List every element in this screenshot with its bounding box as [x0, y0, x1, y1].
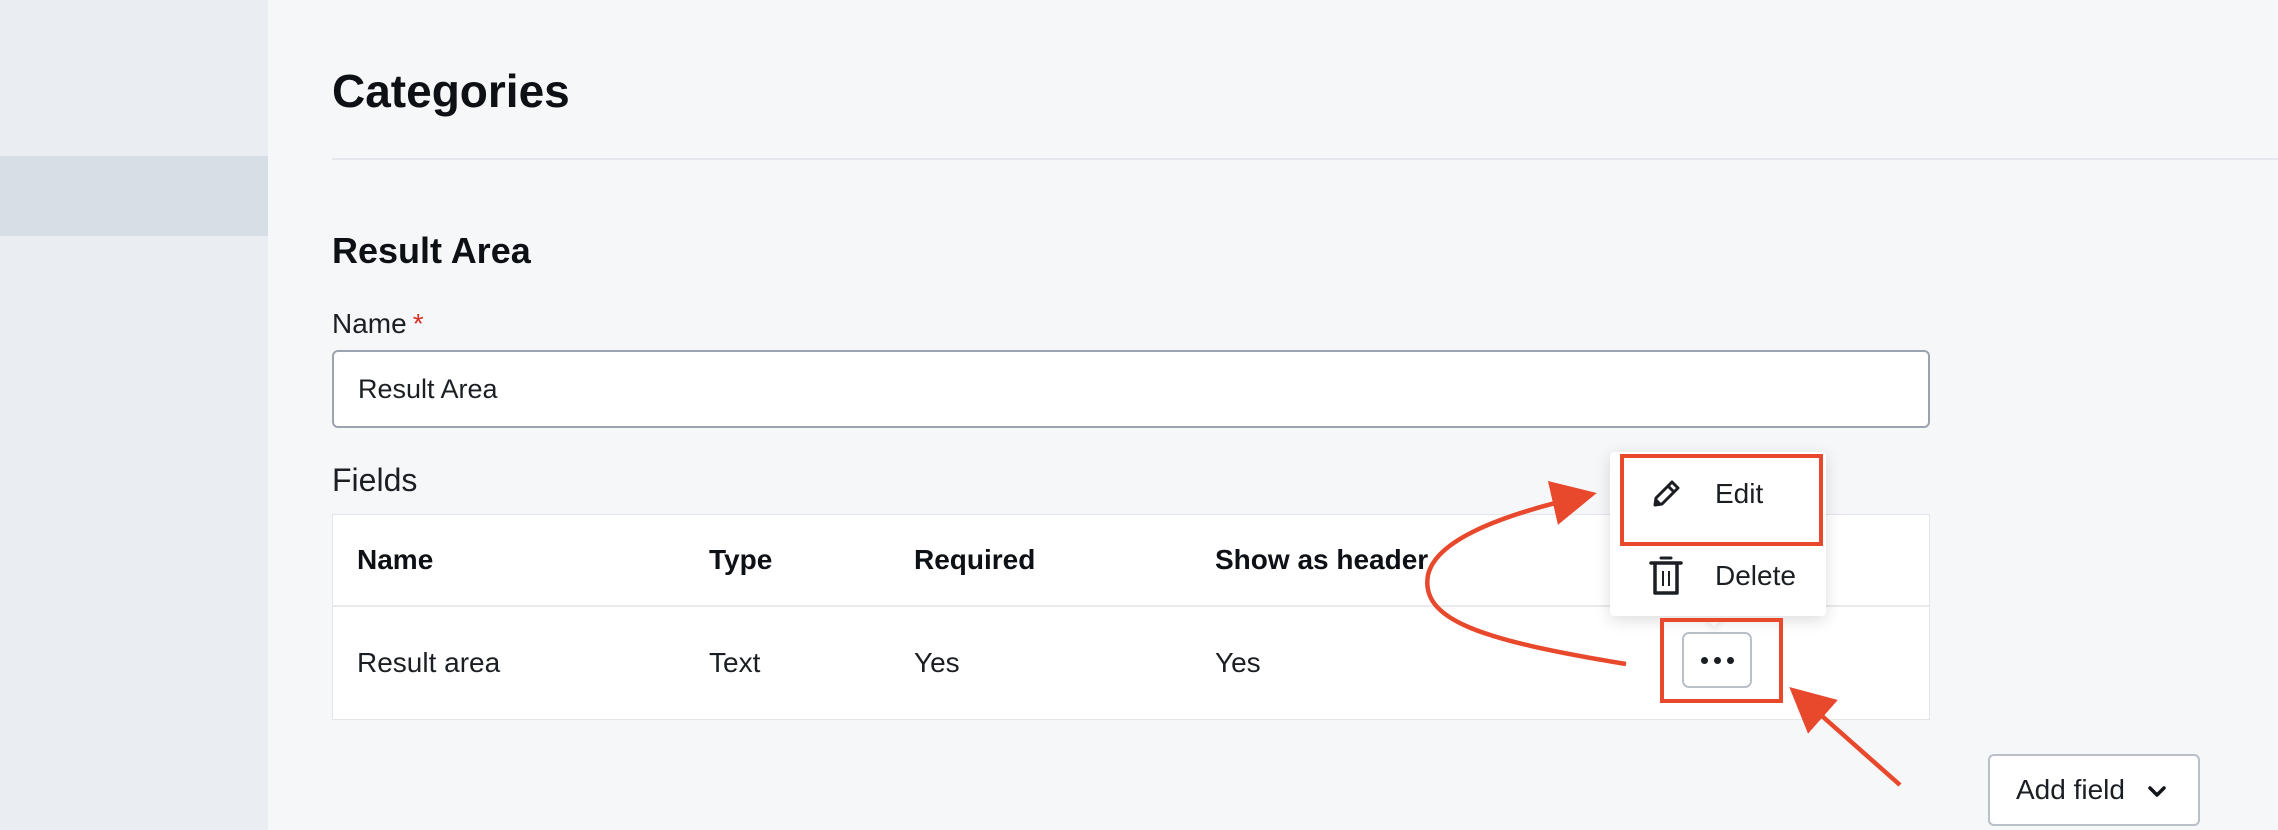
add-field-button[interactable]: Add field: [1988, 754, 2200, 826]
title-divider: [332, 158, 2278, 160]
column-header-show-as-header: Show as header: [1215, 544, 1429, 575]
column-header-type: Type: [709, 544, 773, 575]
main-content: Categories Result Area Name* Fields Name…: [268, 0, 2278, 830]
menu-item-edit[interactable]: Edit: [1610, 454, 1826, 534]
sidebar-active-item[interactable]: [0, 156, 268, 236]
menu-item-delete-label: Delete: [1715, 560, 1796, 591]
chevron-down-icon: [2148, 786, 2166, 797]
add-field-label: Add field: [2016, 774, 2125, 805]
cell-name: Result area: [357, 647, 501, 678]
pencil-icon: [1646, 474, 1686, 514]
row-actions-button[interactable]: [1682, 632, 1752, 688]
name-field-label: Name *: [332, 308, 424, 340]
more-dots-icon: [1700, 656, 1734, 664]
name-input[interactable]: [332, 350, 1930, 428]
required-marker: *: [412, 308, 424, 339]
page-title: Categories: [332, 65, 570, 117]
menu-item-delete[interactable]: Delete: [1610, 536, 1826, 616]
fields-label: Fields: [332, 462, 418, 498]
sidebar: [0, 0, 268, 830]
cell-type: Text: [709, 647, 761, 678]
name-label-text: Name: [332, 308, 407, 339]
menu-item-edit-label: Edit: [1715, 478, 1764, 509]
cell-required: Yes: [914, 647, 960, 678]
cell-show-as-header: Yes: [1215, 647, 1261, 678]
column-header-name: Name: [357, 544, 434, 575]
trash-icon: [1646, 556, 1686, 596]
column-header-required: Required: [914, 544, 1036, 575]
row-actions-menu: Edit Delete: [1610, 452, 1826, 616]
section-title: Result Area: [332, 230, 531, 271]
